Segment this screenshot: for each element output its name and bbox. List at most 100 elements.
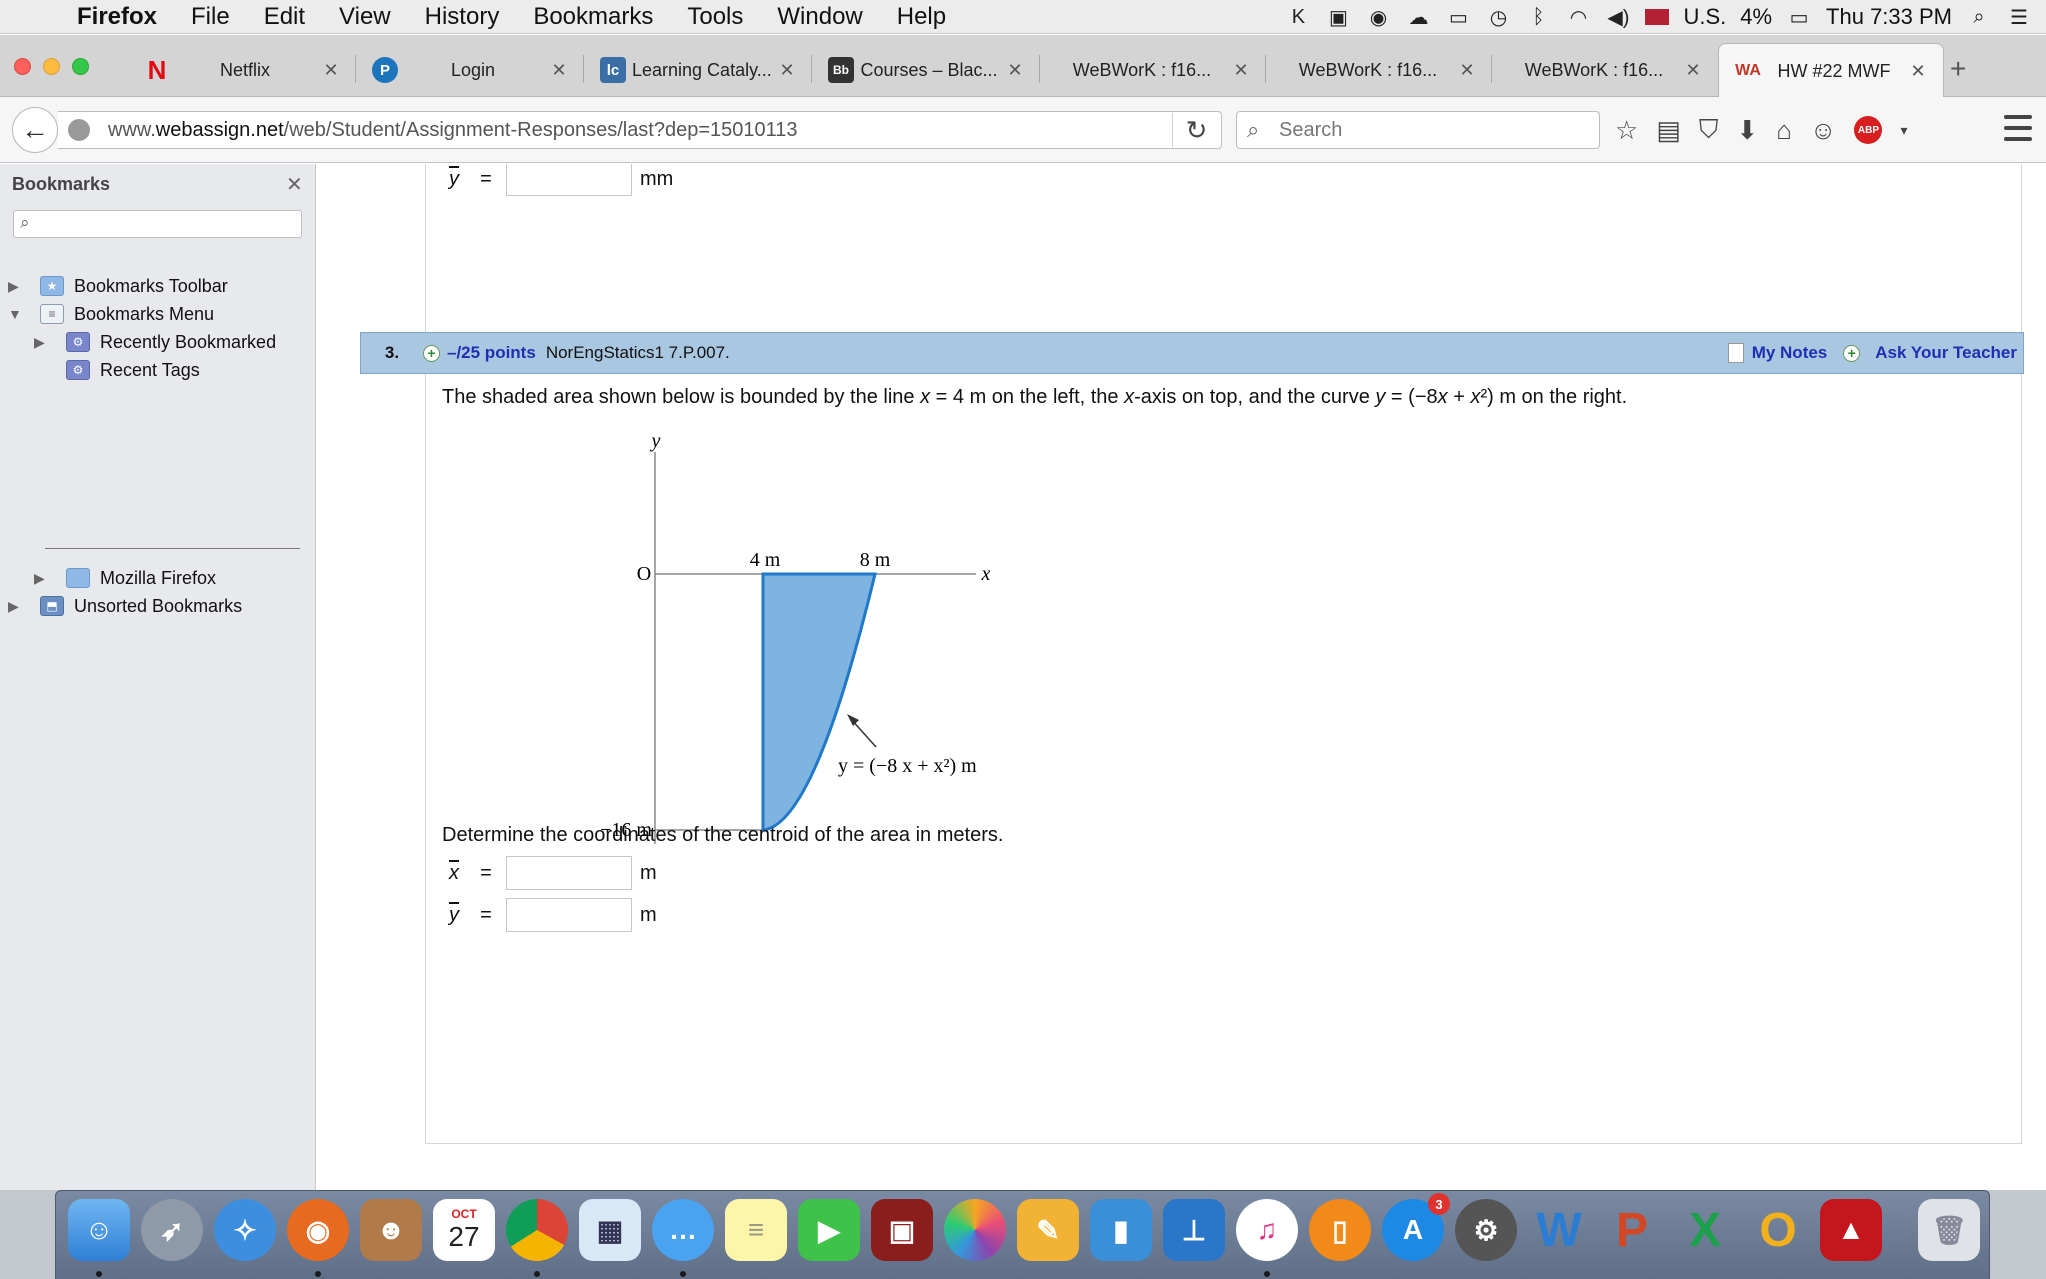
contacts-icon[interactable]: ☻ (360, 1199, 422, 1261)
site-identity-icon[interactable] (68, 119, 90, 141)
sidebar-item-bookmarks-menu[interactable]: ▼ ≡ Bookmarks Menu (8, 300, 214, 328)
ybar-answer-input[interactable] (506, 898, 632, 932)
word-icon[interactable]: W (1528, 1199, 1590, 1261)
tab-hw22-active[interactable]: WA HW #22 MWF ✕ (1718, 43, 1944, 98)
menu-history[interactable]: History (408, 3, 517, 31)
close-icon[interactable]: ✕ (1907, 61, 1929, 82)
keynote-icon[interactable]: ⊥ (1163, 1199, 1225, 1261)
close-icon[interactable]: ✕ (1004, 60, 1026, 81)
close-icon[interactable]: ✕ (1682, 60, 1704, 81)
tab-netflix[interactable]: N Netflix ✕ (128, 43, 356, 97)
ibooks-icon[interactable]: ▯ (1309, 1199, 1371, 1261)
sidebar-item-unsorted-bookmarks[interactable]: ▶ ⬒ Unsorted Bookmarks (8, 592, 242, 620)
menu-tools[interactable]: Tools (670, 3, 760, 31)
zoom-window-button[interactable] (72, 58, 89, 75)
photo-booth-icon[interactable]: ▣ (871, 1199, 933, 1261)
time-machine-icon[interactable]: ◷ (1485, 6, 1511, 29)
notes-icon[interactable]: ≡ (725, 1199, 787, 1261)
notes-page-icon[interactable] (1727, 343, 1744, 363)
tab-webwork-1[interactable]: WeBWorK : f16... ✕ (1040, 43, 1266, 97)
numbers-icon[interactable]: ▮ (1090, 1199, 1152, 1261)
expand-plus-icon[interactable]: + (423, 344, 440, 362)
sidebar-search-input[interactable]: ⌕ (13, 210, 302, 238)
disclosure-right-icon[interactable]: ▶ (8, 278, 28, 295)
xbar-answer-input[interactable] (506, 856, 632, 890)
messages-icon[interactable]: … (652, 1199, 714, 1261)
downloads-icon[interactable]: ⬇ (1736, 115, 1758, 146)
tab-login[interactable]: P Login ✕ (356, 43, 584, 97)
bluetooth-icon[interactable]: ᛒ (1525, 6, 1551, 28)
search-input[interactable]: ⌕ Search (1236, 111, 1600, 149)
ybar-answer-input[interactable] (506, 164, 632, 196)
tab-courses-blackboard[interactable]: Bb Courses – Blac... ✕ (812, 43, 1040, 97)
input-source-label[interactable]: U.S. (1683, 4, 1726, 30)
firefox-icon[interactable]: ◉ (287, 1199, 349, 1261)
my-notes-link[interactable]: My Notes (1752, 343, 1828, 363)
back-button[interactable]: ← (12, 107, 58, 153)
outlook-icon[interactable]: O (1747, 1199, 1809, 1261)
menu-bookmarks[interactable]: Bookmarks (516, 3, 670, 31)
close-icon[interactable]: ✕ (548, 60, 570, 81)
trash-icon[interactable]: 🗑 (1918, 1199, 1980, 1261)
question-points-link[interactable]: –/25 points (447, 343, 536, 363)
close-icon[interactable]: ✕ (776, 60, 798, 81)
home-icon[interactable]: ⌂ (1776, 115, 1792, 146)
bookmark-star-icon[interactable]: ☆ (1615, 115, 1638, 146)
hamburger-menu-icon[interactable] (2004, 115, 2032, 141)
keyboard-maestro-icon[interactable]: K (1285, 6, 1311, 28)
radio-icon[interactable]: ▣ (1325, 6, 1351, 29)
battery-charging-icon[interactable]: ▭ (1786, 6, 1812, 29)
adblock-plus-icon[interactable]: ABP (1854, 116, 1883, 144)
sidebar-item-recently-bookmarked[interactable]: ▶ ⚙ Recently Bookmarked (34, 328, 276, 356)
itunes-icon[interactable]: ♫ (1236, 1199, 1298, 1261)
menu-app-name[interactable]: Firefox (60, 3, 174, 31)
reload-button[interactable]: ↻ (1172, 113, 1220, 147)
close-icon[interactable]: ✕ (286, 172, 303, 197)
sidebar-item-mozilla-firefox[interactable]: ▶ Mozilla Firefox (34, 564, 216, 592)
disclosure-right-icon[interactable]: ▶ (8, 598, 28, 615)
notification-center-icon[interactable]: ☰ (2006, 6, 2032, 29)
airplay-icon[interactable]: ▭ (1445, 6, 1471, 29)
pocket-icon[interactable]: ⛉ (1699, 114, 1719, 146)
sidebar-item-bookmarks-toolbar[interactable]: ▶ ★ Bookmarks Toolbar (8, 272, 228, 300)
autocad-icon[interactable]: ▲ (1820, 1199, 1882, 1261)
minimize-window-button[interactable] (43, 58, 60, 75)
powerpoint-icon[interactable]: P (1601, 1199, 1663, 1261)
menu-help[interactable]: Help (880, 3, 963, 31)
menu-view[interactable]: View (322, 3, 408, 31)
url-bar[interactable]: www. webassign.net/web/Student/Assignment… (58, 111, 1222, 149)
cloud-icon[interactable]: ☁ (1405, 6, 1431, 29)
close-icon[interactable]: ✕ (1230, 60, 1252, 81)
volume-icon[interactable]: ◀) (1605, 6, 1631, 29)
tab-webwork-2[interactable]: WeBWorK : f16... ✕ (1266, 43, 1492, 97)
battery-percent[interactable]: 4% (1740, 4, 1772, 30)
close-window-button[interactable] (14, 58, 31, 75)
photos-icon[interactable] (944, 1199, 1006, 1261)
menu-window[interactable]: Window (760, 3, 879, 31)
cd-icon[interactable]: ◉ (1365, 6, 1391, 29)
menu-file[interactable]: File (174, 3, 247, 31)
chrome-icon[interactable] (506, 1199, 568, 1261)
tab-learning-catalytics[interactable]: lc Learning Cataly... ✕ (584, 43, 812, 97)
us-flag-icon[interactable] (1645, 9, 1670, 25)
excel-icon[interactable]: X (1674, 1199, 1736, 1261)
safari-icon[interactable]: ✧ (214, 1199, 276, 1261)
menu-edit[interactable]: Edit (247, 3, 322, 31)
spotlight-search-icon[interactable]: ⌕ (1966, 6, 1992, 28)
ask-your-teacher-link[interactable]: Ask Your Teacher (1875, 343, 2017, 363)
sidebar-item-recent-tags[interactable]: ⚙ Recent Tags (54, 356, 200, 384)
close-icon[interactable]: ✕ (320, 60, 342, 81)
new-tab-button[interactable]: + (1950, 53, 1966, 85)
chat-icon[interactable]: ☺ (1810, 115, 1837, 146)
disclosure-right-icon[interactable]: ▶ (34, 334, 54, 351)
close-icon[interactable]: ✕ (1456, 60, 1478, 81)
calendar-icon[interactable]: OCT 27 (433, 1199, 495, 1261)
tab-webwork-3[interactable]: WeBWorK : f16... ✕ (1492, 43, 1718, 97)
system-preferences-icon[interactable]: ⚙ (1455, 1199, 1517, 1261)
finder-icon[interactable]: ☺ (68, 1199, 130, 1261)
ask-teacher-plus-icon[interactable]: + (1843, 344, 1861, 362)
pages-icon[interactable]: ✎ (1017, 1199, 1079, 1261)
disclosure-down-icon[interactable]: ▼ (8, 306, 28, 322)
preview-icon[interactable]: ▦ (579, 1199, 641, 1261)
disclosure-right-icon[interactable]: ▶ (34, 570, 54, 587)
